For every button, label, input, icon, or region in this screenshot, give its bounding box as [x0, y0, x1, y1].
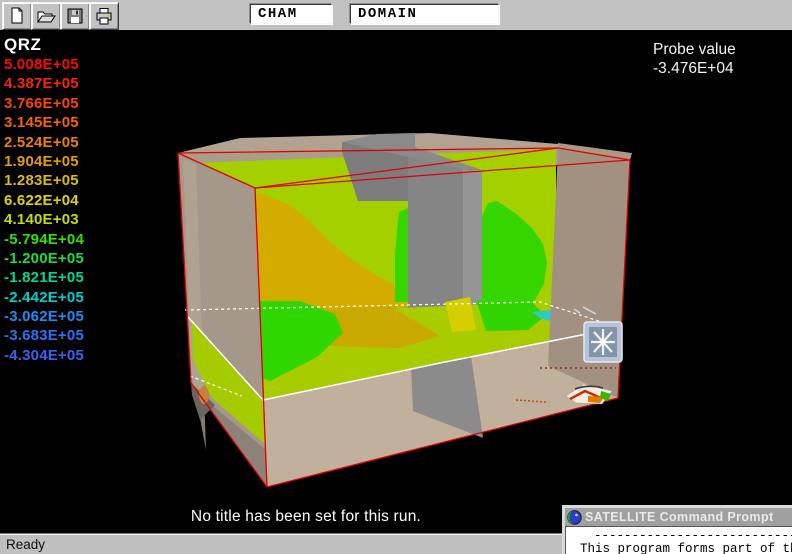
open-folder-icon [36, 6, 56, 26]
status-text: Ready [6, 537, 45, 552]
new-document-button[interactable] [2, 2, 32, 30]
save-file-button[interactable] [60, 2, 90, 30]
satellite-command-prompt-window[interactable]: SATELLITE Command Prompt ---------------… [562, 505, 792, 554]
save-floppy-icon [65, 6, 85, 26]
command-prompt-title: SATELLITE Command Prompt [585, 510, 774, 524]
print-button[interactable] [89, 2, 119, 30]
probe-value: -3.476E+04 [653, 59, 736, 78]
3d-viewport[interactable]: QRZ 5.008E+054.387E+053.766E+053.145E+05… [0, 30, 792, 533]
new-document-icon [7, 6, 27, 26]
application-window: CHAM DOMAIN [0, 0, 792, 554]
legend-variable-name: QRZ [4, 35, 84, 55]
legend-value: -5.794E+04 [4, 230, 84, 249]
legend-value: 5.008E+05 [4, 55, 84, 74]
command-prompt-divider: ----------------------------------------… [594, 529, 792, 543]
legend-value: 3.145E+05 [4, 113, 84, 132]
legend-value: 6.622E+04 [4, 191, 84, 210]
legend-value: -3.683E+05 [4, 326, 84, 345]
command-prompt-text: This program forms part of the [580, 542, 792, 554]
fan-vent-object[interactable] [584, 322, 622, 362]
run-title-message: No title has been set for this run. [96, 508, 516, 526]
toolbar: CHAM DOMAIN [0, 0, 792, 30]
printer-icon [94, 6, 114, 26]
scene-3d[interactable] [0, 30, 792, 533]
legend-value: 4.140E+03 [4, 210, 84, 229]
domain-field[interactable]: DOMAIN [350, 4, 499, 24]
legend-value: -1.821E+05 [4, 268, 84, 287]
open-file-button[interactable] [31, 2, 61, 30]
legend-value: -4.304E+05 [4, 346, 84, 365]
legend: QRZ 5.008E+054.387E+053.766E+053.145E+05… [4, 35, 84, 365]
cham-field[interactable]: CHAM [250, 4, 332, 24]
legend-value: 4.387E+05 [4, 74, 84, 93]
probe-label: Probe value [653, 40, 736, 59]
legend-value: -2.442E+05 [4, 288, 84, 307]
legend-value: -1.200E+05 [4, 249, 84, 268]
satellite-globe-icon [567, 510, 582, 525]
legend-value: -3.062E+05 [4, 307, 84, 326]
legend-value: 3.766E+05 [4, 94, 84, 113]
legend-value: 1.904E+05 [4, 152, 84, 171]
command-prompt-output[interactable]: ----------------------------------------… [565, 526, 792, 554]
legend-entries: 5.008E+054.387E+053.766E+053.145E+052.52… [4, 55, 84, 365]
legend-value: 1.283E+05 [4, 171, 84, 190]
legend-value: 2.524E+05 [4, 133, 84, 152]
probe-readout: Probe value -3.476E+04 [653, 40, 736, 78]
command-prompt-titlebar[interactable]: SATELLITE Command Prompt [565, 508, 792, 526]
